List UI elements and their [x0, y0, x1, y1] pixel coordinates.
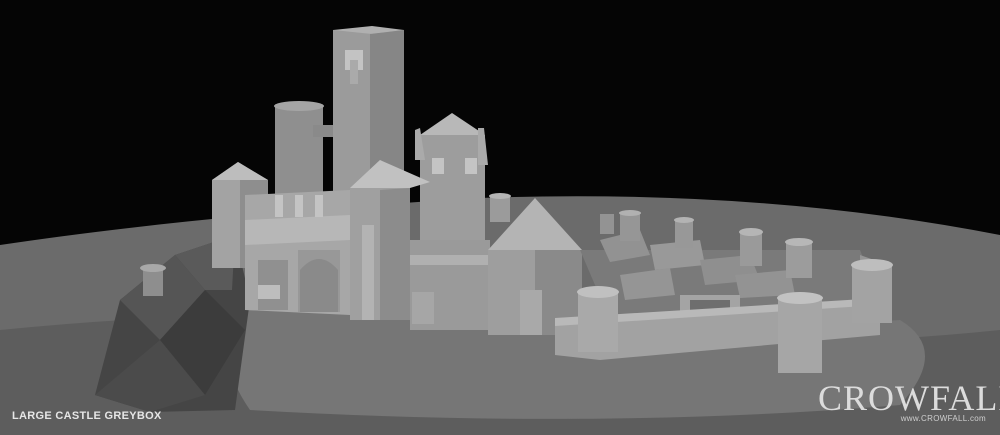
- main-keep: [245, 190, 350, 315]
- crowfall-logo: CROWFALL www.CROWFALL.com: [818, 380, 1000, 428]
- logo-wordmark: CROWFALL: [818, 378, 1000, 418]
- castle-render: [0, 26, 1000, 435]
- render-scene: LARGE CASTLE GREYBOX CROWFALL www.CROWFA…: [0, 0, 1000, 435]
- distant-watchtower: [140, 264, 166, 296]
- keep-round-tower: [274, 101, 343, 196]
- central-chapel: [415, 113, 488, 245]
- caption-label: LARGE CASTLE GREYBOX: [12, 410, 162, 422]
- logo-url: www.CROWFALL.com: [900, 414, 986, 423]
